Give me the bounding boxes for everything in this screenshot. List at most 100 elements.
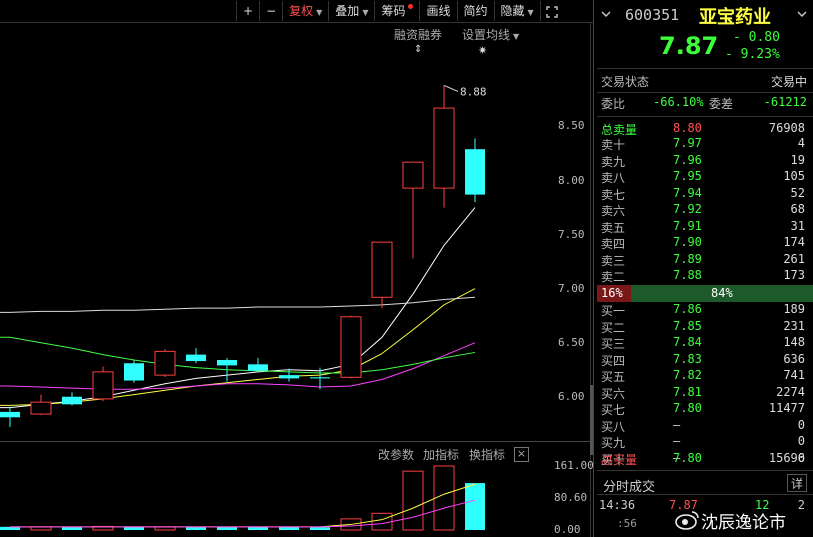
sell-row[interactable]: 卖四 7.90 174 bbox=[597, 235, 813, 253]
buy-volume: 0 bbox=[797, 434, 805, 448]
watermark: 沈辰逸论市 bbox=[675, 506, 810, 534]
ratio-right: 84% bbox=[711, 286, 733, 300]
volume-chart bbox=[0, 465, 485, 531]
buy-level-label: 买九 bbox=[601, 436, 626, 450]
weicha-value: -61212 bbox=[763, 95, 807, 109]
divider bbox=[597, 470, 813, 471]
buy-price: 7.82 bbox=[673, 368, 702, 382]
buy-price: 7.80 bbox=[673, 401, 702, 415]
sell-row[interactable]: 卖三 7.89 261 bbox=[597, 252, 813, 270]
volume-bar-down bbox=[465, 483, 485, 530]
candle-body-down bbox=[310, 377, 330, 379]
candle-body-up bbox=[402, 161, 424, 189]
sell-price: 7.96 bbox=[673, 152, 702, 167]
jianyue-button[interactable]: 简约 bbox=[456, 1, 494, 21]
ma-line-3 bbox=[0, 336, 476, 374]
buy-row[interactable]: 买七 7.80 11477 bbox=[597, 401, 813, 419]
divider bbox=[597, 68, 813, 69]
ma-line-4 bbox=[0, 296, 476, 313]
ticks-detail-button[interactable]: 详 bbox=[787, 474, 807, 492]
chevron-down-icon[interactable] bbox=[601, 8, 611, 17]
buy-price: 7.83 bbox=[673, 351, 702, 366]
buy-volume: 11477 bbox=[768, 401, 805, 415]
price-tick-label: 8.00 bbox=[558, 173, 585, 187]
status-label: 交易状态 bbox=[601, 75, 650, 89]
sell-volume: 4 bbox=[797, 136, 805, 150]
total-sell-price: 8.80 bbox=[673, 121, 702, 135]
candle-body-up bbox=[154, 350, 176, 376]
sell-level-label: 卖三 bbox=[601, 253, 626, 268]
total-sell-vol: 76908 bbox=[768, 121, 805, 135]
buy-row[interactable]: 买五 7.82 741 bbox=[597, 368, 813, 386]
sell-price: 7.94 bbox=[673, 185, 702, 200]
divider bbox=[597, 116, 813, 117]
zoom-in-button[interactable]: + bbox=[236, 1, 259, 21]
sell-price: 7.90 bbox=[673, 235, 702, 249]
sell-volume: 31 bbox=[790, 218, 805, 233]
buy-level-label: 买七 bbox=[601, 403, 626, 417]
volume-tick-label: 80.60 bbox=[554, 490, 588, 504]
sell-level-label: 卖二 bbox=[601, 270, 626, 284]
buy-row[interactable]: 买三 7.84 148 bbox=[597, 335, 813, 353]
buy-row[interactable]: 买八 — 0 bbox=[597, 418, 813, 436]
sell-row[interactable]: 卖九 7.96 19 bbox=[597, 153, 813, 171]
weibi-value: -66.10% bbox=[653, 95, 704, 109]
total-buy-label: 总买量 bbox=[601, 453, 638, 467]
candle-body-down bbox=[186, 354, 206, 362]
candle-body-up bbox=[433, 107, 455, 189]
sell-row[interactable]: 卖六 7.92 68 bbox=[597, 202, 813, 220]
high-marker-label: 8.88 bbox=[460, 85, 487, 98]
sell-row[interactable]: 卖五 7.91 31 bbox=[597, 219, 813, 237]
sell-row[interactable]: 卖二 7.88 173 bbox=[597, 268, 813, 286]
red-dot-icon bbox=[408, 4, 414, 9]
weicha-label: 委差 bbox=[709, 97, 734, 111]
status-value: 交易中 bbox=[770, 75, 807, 89]
buy-row[interactable]: 买九 — 0 bbox=[597, 434, 813, 452]
yincang-button[interactable]: 隐藏 ▼ bbox=[493, 1, 540, 21]
sell-row[interactable]: 卖七 7.94 52 bbox=[597, 186, 813, 204]
buy-row[interactable]: 买六 7.81 2274 bbox=[597, 385, 813, 403]
tick-time: 14:36 bbox=[599, 498, 636, 512]
price-tick-label: 6.50 bbox=[558, 335, 585, 349]
tick-time-2: :56 bbox=[617, 517, 637, 530]
chouma-button[interactable]: 筹码 bbox=[374, 1, 419, 21]
buy-row[interactable]: 买一 7.86 189 bbox=[597, 302, 813, 320]
sell-level-label: 卖四 bbox=[601, 237, 626, 251]
fuquan-label: 复权 bbox=[289, 4, 314, 18]
sell-price: 7.91 bbox=[673, 218, 702, 233]
buy-row[interactable]: 买四 7.83 636 bbox=[597, 352, 813, 370]
buy-level-label: 买五 bbox=[601, 370, 626, 384]
buy-row[interactable]: 买二 7.85 231 bbox=[597, 319, 813, 337]
diejia-button[interactable]: 叠加 ▼ bbox=[328, 1, 374, 21]
diejia-label: 叠加 bbox=[335, 4, 360, 18]
weibi-label: 委比 bbox=[601, 97, 626, 111]
buy-price: 7.85 bbox=[673, 318, 702, 333]
chevron-down-icon[interactable] bbox=[797, 8, 807, 22]
sell-volume: 19 bbox=[790, 152, 805, 167]
candle-body-up bbox=[371, 241, 393, 298]
candle-body-down bbox=[217, 360, 237, 366]
caret-down-icon: ▼ bbox=[316, 8, 323, 17]
sell-level-label: 卖九 bbox=[601, 154, 626, 169]
sell-row[interactable]: 卖十 7.97 4 bbox=[597, 136, 813, 154]
sell-level-label: 卖十 bbox=[601, 138, 626, 152]
sell-volume: 173 bbox=[783, 268, 805, 282]
fullscreen-icon bbox=[546, 5, 558, 18]
fullscreen-button[interactable] bbox=[539, 1, 563, 21]
kline-chart-area[interactable]: + − 复权 ▼ 叠加 ▼ 筹码 画线 简约 隐藏 ▼ 融资融券 设置均线 ▼ ⇕ ✷ … bbox=[0, 0, 594, 537]
buy-price: — bbox=[673, 417, 681, 432]
candle-body-down bbox=[465, 149, 485, 195]
zoom-out-button[interactable]: − bbox=[259, 1, 282, 21]
buy-volume: 0 bbox=[797, 417, 805, 432]
quote-panel: 600351 亚宝药业 7.87 - 0.80 - 9.23% 交易状态 交易中… bbox=[593, 0, 813, 537]
chouma-label: 筹码 bbox=[381, 4, 406, 18]
huaxian-button[interactable]: 画线 bbox=[419, 1, 456, 21]
buy-price: 7.86 bbox=[673, 302, 702, 316]
divider bbox=[597, 92, 813, 93]
volume-bar-up bbox=[433, 465, 455, 531]
buy-level-label: 买三 bbox=[601, 337, 626, 351]
sell-row[interactable]: 卖八 7.95 105 bbox=[597, 169, 813, 187]
candle-body-down bbox=[124, 363, 144, 381]
fuquan-button[interactable]: 复权 ▼ bbox=[282, 1, 328, 21]
sell-price: 7.88 bbox=[673, 268, 702, 282]
